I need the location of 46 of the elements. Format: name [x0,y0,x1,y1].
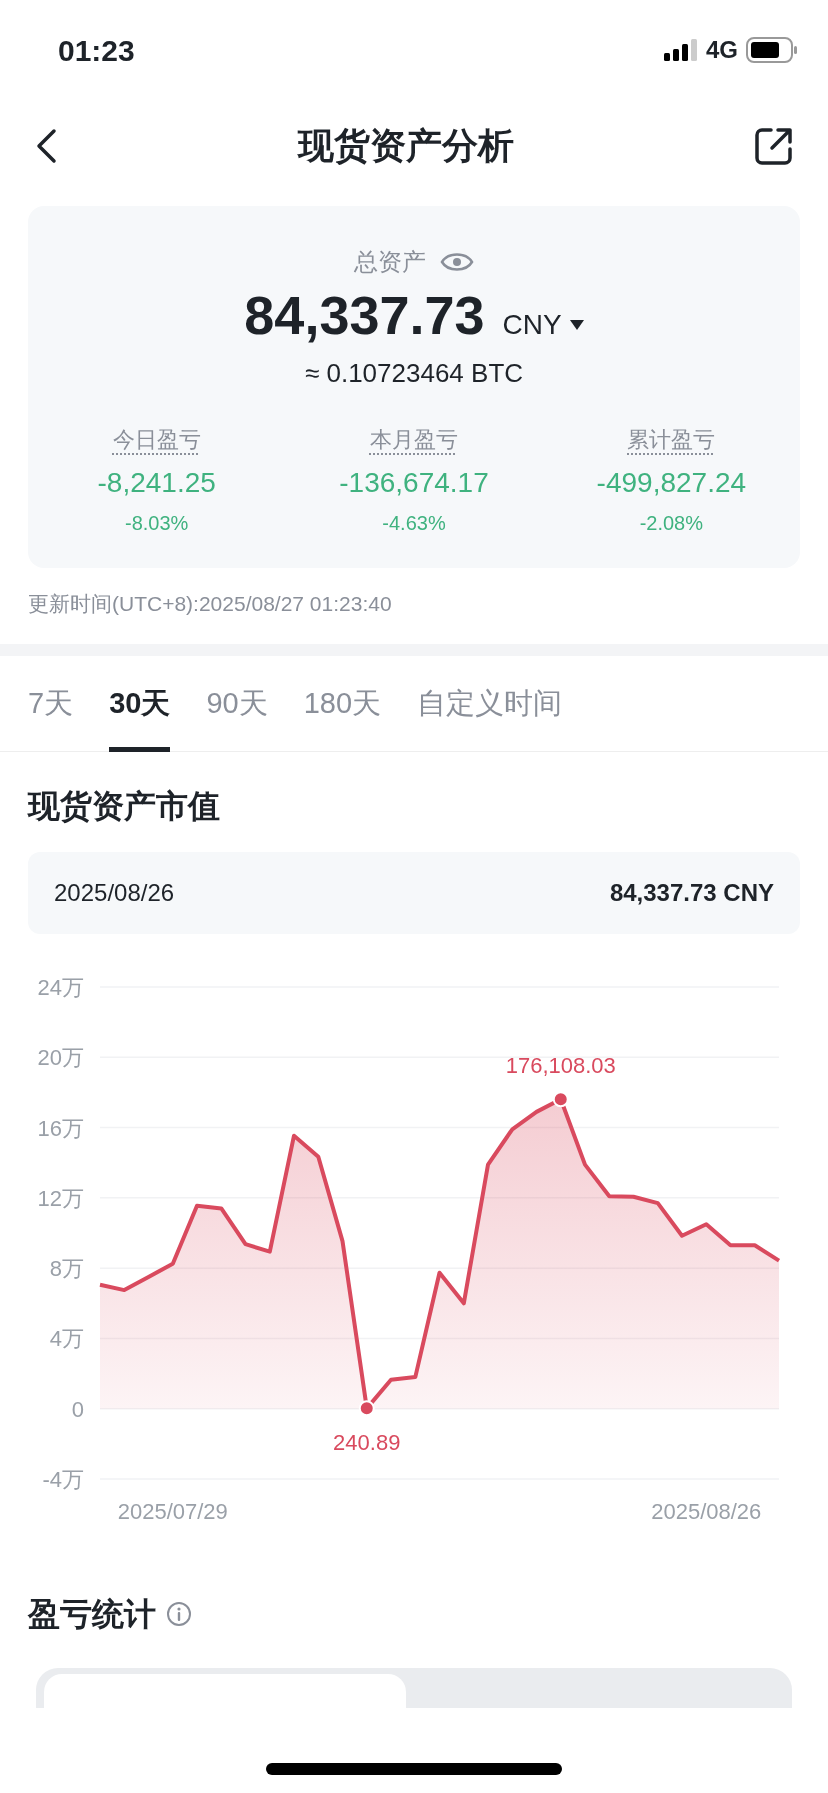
y-axis-label: 16万 [37,1115,84,1141]
period-tab[interactable]: 90天 [206,661,268,752]
stat-value: -499,827.24 [596,466,747,500]
y-axis-label: -4万 [42,1466,84,1492]
stat-label[interactable]: 本月盈亏 [370,423,458,456]
total-assets-value: 84,337.73 [244,284,485,347]
page-title: 现货资产分析 [298,124,514,168]
signal-icon [664,38,698,62]
battery-icon [746,37,798,63]
info-icon[interactable] [166,1600,192,1627]
y-axis-label: 4万 [49,1325,84,1351]
currency-dropdown[interactable]: CNY [502,304,584,346]
x-axis-label: 2025/07/29 [117,1498,228,1524]
y-axis-label: 0 [71,1396,84,1422]
caret-icon [569,320,584,330]
x-axis-label: 2025/08/26 [651,1498,762,1524]
status-time: 01:23 [58,32,135,69]
total-assets-label: 总资产 [354,247,426,277]
period-tab[interactable]: 180天 [303,661,382,752]
selected-value: 84,337.73 CNY [609,877,774,908]
eye-icon[interactable] [440,250,474,274]
stat-percent: -8.03% [124,511,189,536]
selected-date: 2025/08/26 [54,877,175,908]
value-label: 176,108.03 [505,1052,616,1078]
stat-label[interactable]: 今日盈亏 [112,423,201,456]
y-axis-label: 12万 [37,1185,84,1211]
period-tab[interactable]: 30天 [109,661,171,752]
period-tab[interactable]: 自定义时间 [417,661,563,752]
network-label: 4G [706,35,738,65]
stat-value: -136,674.17 [339,466,489,500]
back-icon[interactable] [34,128,58,164]
stat-label[interactable]: 累计盈亏 [627,423,716,456]
btc-equivalent: ≈ 0.10723464 BTC [304,357,524,390]
period-tab[interactable]: 7天 [28,661,74,752]
value-label: 240.89 [333,1429,401,1455]
stat-value: -8,241.25 [97,466,216,500]
section-title: 现货资产市值 [28,786,221,826]
section-title: 盈亏统计 [28,1594,156,1634]
stat-percent: -2.08% [639,511,703,536]
stat-percent: -4.63% [382,511,446,536]
data-point [552,1090,569,1107]
y-axis-label: 8万 [49,1255,84,1281]
y-axis-label: 24万 [37,974,84,1000]
y-axis-label: 20万 [37,1044,84,1070]
share-icon[interactable] [754,126,794,166]
update-time: 更新时间(UTC+8):2025/08/27 01:23:40 [28,591,393,617]
